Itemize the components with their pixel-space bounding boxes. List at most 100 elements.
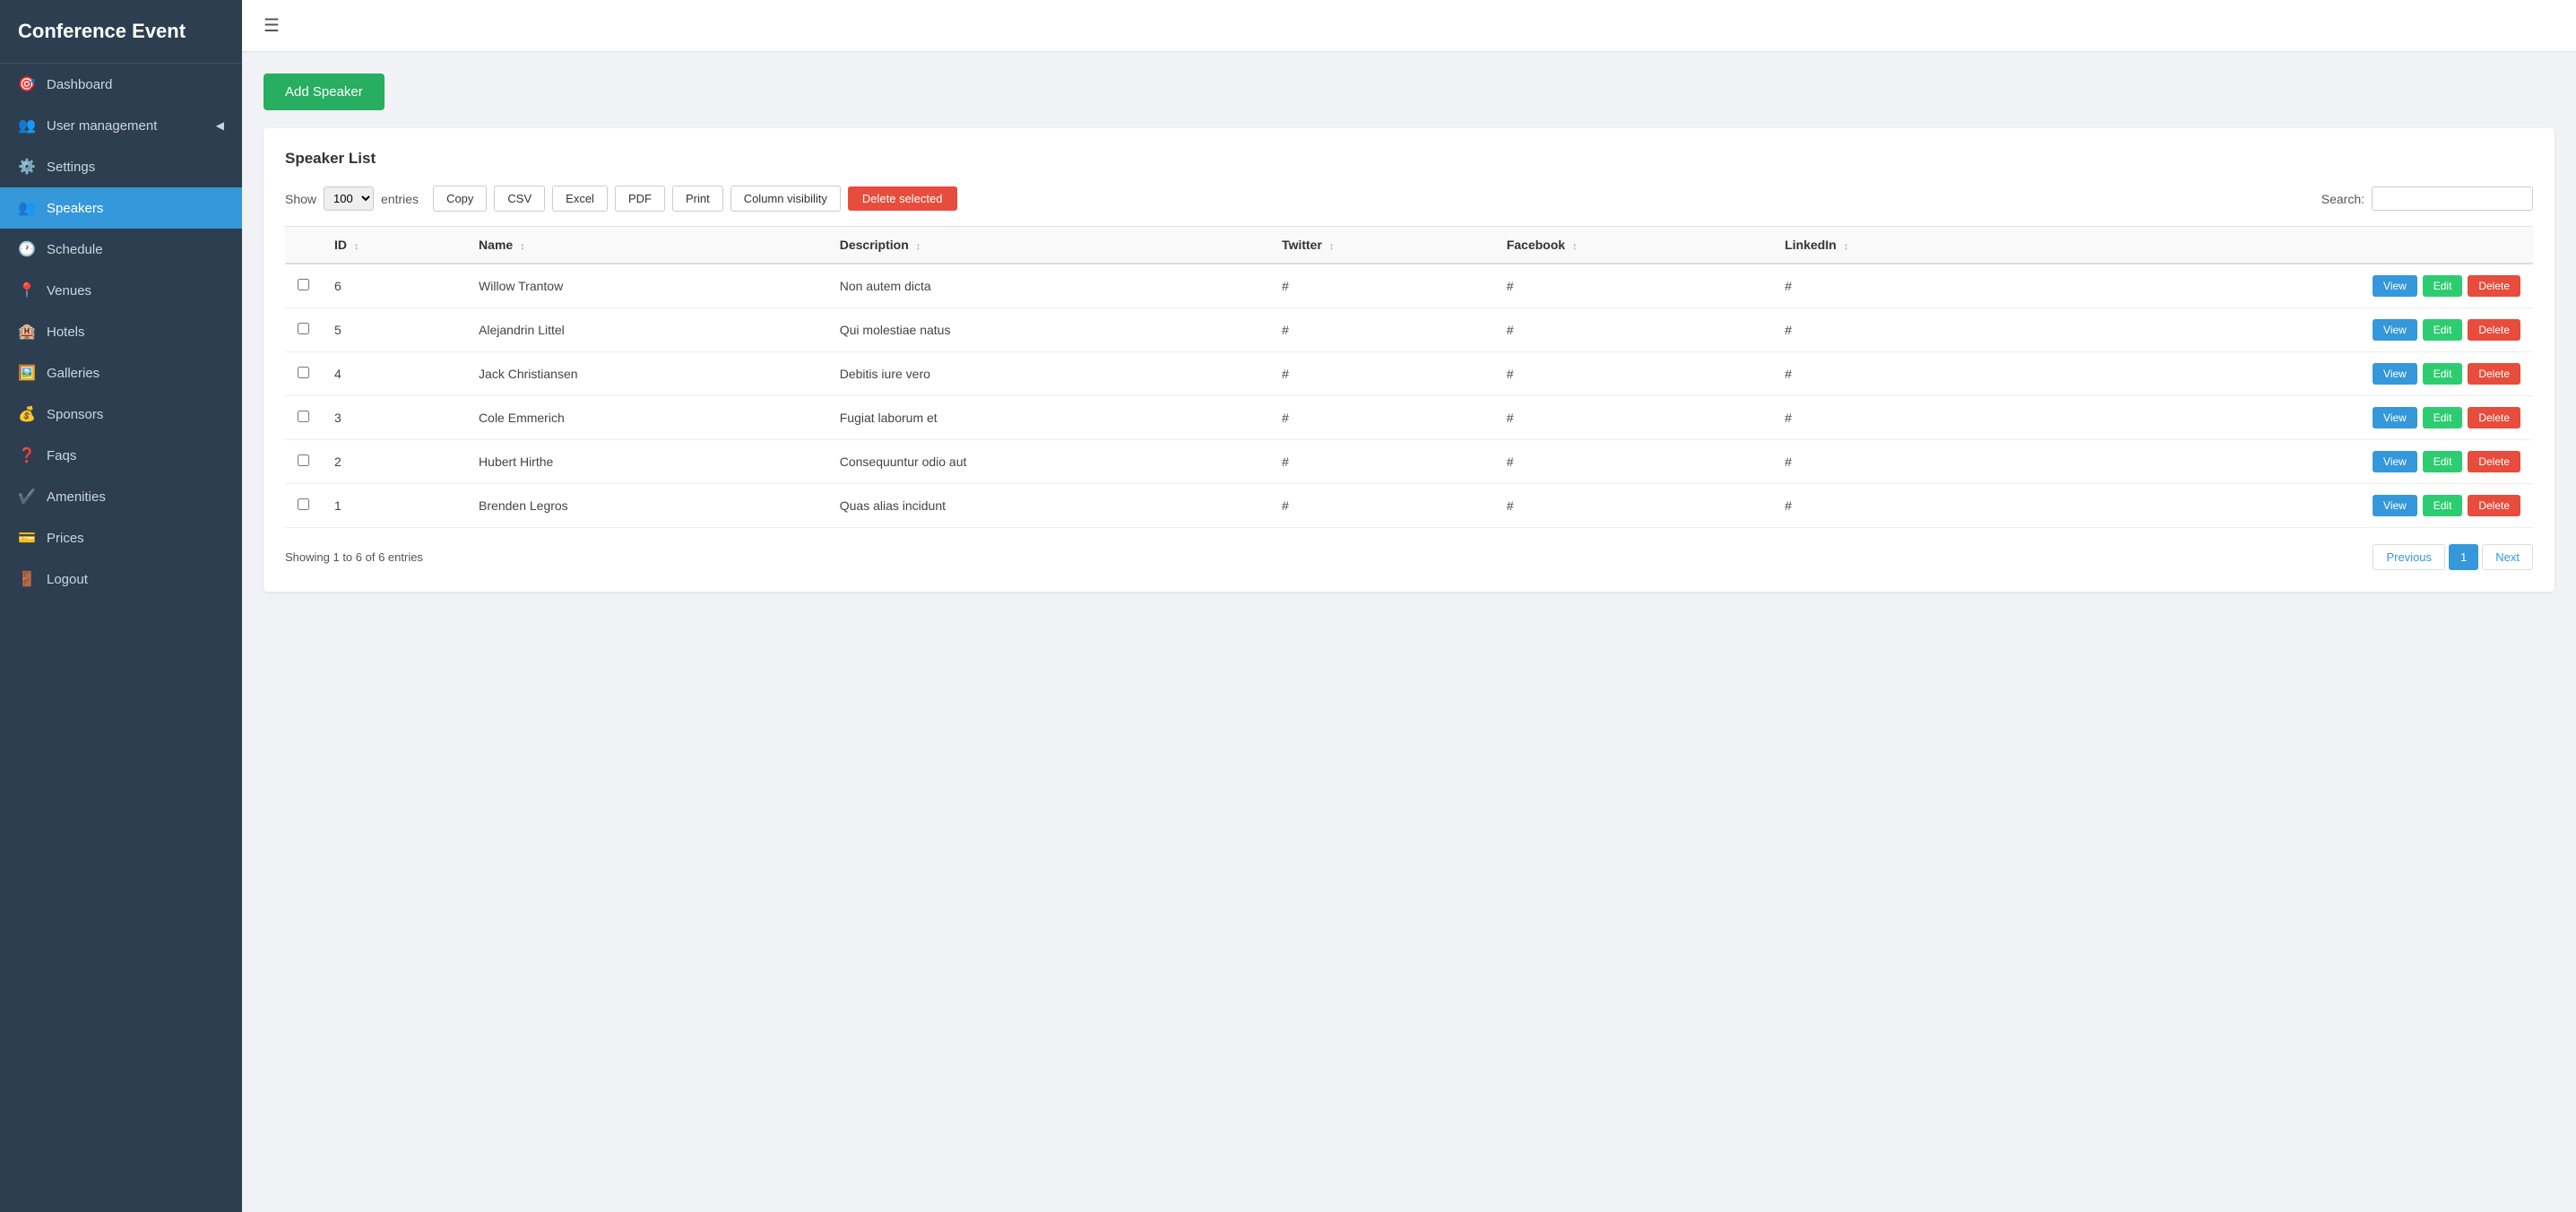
row-facebook: # (1494, 352, 1772, 396)
entries-label: entries (381, 192, 419, 206)
excel-button[interactable]: Excel (552, 186, 608, 212)
row-description: Consequuntur odio aut (827, 440, 1269, 484)
row-id: 1 (322, 484, 466, 528)
facebook-sort-icon[interactable]: ↕ (1572, 241, 1578, 252)
twitter-sort-icon[interactable]: ↕ (1329, 241, 1335, 252)
row-checkbox-cell (285, 352, 322, 396)
entries-select[interactable]: 100 25 50 (324, 186, 374, 211)
id-sort-icon[interactable]: ↕ (354, 241, 359, 252)
delete-button[interactable]: Delete (2468, 275, 2520, 297)
sidebar-item-dashboard[interactable]: 🎯 Dashboard (0, 64, 242, 105)
row-id: 2 (322, 440, 466, 484)
sidebar-item-faqs[interactable]: ❓ Faqs (0, 435, 242, 476)
edit-button[interactable]: Edit (2423, 319, 2463, 341)
name-sort-icon[interactable]: ↕ (520, 241, 525, 252)
sidebar-item-settings[interactable]: ⚙️ Settings (0, 146, 242, 187)
show-label: Show (285, 192, 316, 206)
row-checkbox[interactable] (298, 323, 309, 334)
row-checkbox-cell (285, 440, 322, 484)
row-checkbox[interactable] (298, 454, 309, 466)
delete-button[interactable]: Delete (2468, 319, 2520, 341)
desc-sort-icon[interactable]: ↕ (916, 241, 921, 252)
csv-button[interactable]: CSV (494, 186, 545, 212)
print-button[interactable]: Print (672, 186, 723, 212)
row-twitter: # (1269, 396, 1494, 440)
row-name: Hubert Hirthe (466, 440, 827, 484)
delete-button[interactable]: Delete (2468, 451, 2520, 472)
sidebar-item-venues[interactable]: 📍 Venues (0, 270, 242, 311)
row-twitter: # (1269, 484, 1494, 528)
edit-button[interactable]: Edit (2423, 495, 2463, 516)
content-area: Add Speaker Speaker List Show 100 25 50 … (242, 52, 2576, 1212)
sidebar-item-galleries[interactable]: 🖼️ Galleries (0, 352, 242, 394)
linkedin-sort-icon[interactable]: ↕ (1844, 241, 1849, 252)
row-id: 4 (322, 352, 466, 396)
sidebar-item-label: Amenities (47, 489, 106, 505)
row-checkbox[interactable] (298, 411, 309, 422)
row-id: 6 (322, 264, 466, 308)
row-checkbox[interactable] (298, 498, 309, 510)
edit-button[interactable]: Edit (2423, 363, 2463, 385)
sidebar-item-label: Prices (47, 531, 84, 546)
delete-button[interactable]: Delete (2468, 407, 2520, 429)
view-button[interactable]: View (2373, 275, 2417, 297)
view-button[interactable]: View (2373, 319, 2417, 341)
table-header: ID ↕ Name ↕ Description ↕ Twitter ↕ Face… (285, 227, 2533, 264)
header-twitter: Twitter ↕ (1269, 227, 1494, 264)
header-actions (2030, 227, 2533, 264)
row-twitter: # (1269, 264, 1494, 308)
row-checkbox[interactable] (298, 279, 309, 290)
sidebar-item-prices[interactable]: 💳 Prices (0, 517, 242, 558)
venues-icon: 📍 (18, 281, 36, 299)
row-checkbox-cell (285, 264, 322, 308)
delete-selected-button[interactable]: Delete selected (848, 186, 957, 211)
edit-button[interactable]: Edit (2423, 275, 2463, 297)
column-visibility-button[interactable]: Column visibility (730, 186, 841, 212)
row-linkedin: # (1772, 352, 2030, 396)
row-checkbox[interactable] (298, 367, 309, 378)
row-description: Qui molestiae natus (827, 308, 1269, 352)
row-name: Cole Emmerich (466, 396, 827, 440)
sidebar-item-speakers[interactable]: 👥 Speakers (0, 187, 242, 229)
copy-button[interactable]: Copy (433, 186, 487, 212)
sidebar-item-hotels[interactable]: 🏨 Hotels (0, 311, 242, 352)
logout-icon: 🚪 (18, 570, 36, 588)
search-input[interactable] (2372, 186, 2533, 211)
sidebar-item-sponsors[interactable]: 💰 Sponsors (0, 394, 242, 435)
delete-button[interactable]: Delete (2468, 363, 2520, 385)
table-row: 5 Alejandrin Littel Qui molestiae natus … (285, 308, 2533, 352)
view-button[interactable]: View (2373, 451, 2417, 472)
row-facebook: # (1494, 396, 1772, 440)
sidebar-item-user-management[interactable]: 👥 User management ◀ (0, 105, 242, 146)
add-speaker-button[interactable]: Add Speaker (264, 74, 385, 110)
sidebar-item-logout[interactable]: 🚪 Logout (0, 558, 242, 600)
row-checkbox-cell (285, 484, 322, 528)
current-page[interactable]: 1 (2449, 544, 2478, 570)
table-footer: Showing 1 to 6 of 6 entries Previous 1 N… (285, 544, 2533, 570)
next-button[interactable]: Next (2482, 544, 2533, 570)
delete-button[interactable]: Delete (2468, 495, 2520, 516)
galleries-icon: 🖼️ (18, 364, 36, 382)
view-button[interactable]: View (2373, 407, 2417, 429)
previous-button[interactable]: Previous (2373, 544, 2445, 570)
table-row: 2 Hubert Hirthe Consequuntur odio aut # … (285, 440, 2533, 484)
sidebar-item-label: Speakers (47, 201, 103, 216)
view-button[interactable]: View (2373, 495, 2417, 516)
pdf-button[interactable]: PDF (615, 186, 665, 212)
showing-text: Showing 1 to 6 of 6 entries (285, 550, 423, 564)
table-body: 6 Willow Trantow Non autem dicta # # # V… (285, 264, 2533, 528)
chevron-icon: ◀ (216, 119, 224, 132)
row-description: Quas alias incidunt (827, 484, 1269, 528)
sidebar-item-amenities[interactable]: ✔️ Amenities (0, 476, 242, 517)
edit-button[interactable]: Edit (2423, 407, 2463, 429)
view-button[interactable]: View (2373, 363, 2417, 385)
row-actions: View Edit Delete (2030, 308, 2533, 352)
sidebar-item-schedule[interactable]: 🕐 Schedule (0, 229, 242, 270)
row-name: Brenden Legros (466, 484, 827, 528)
menu-icon[interactable]: ☰ (264, 16, 280, 36)
dashboard-icon: 🎯 (18, 75, 36, 93)
row-checkbox-cell (285, 396, 322, 440)
header-id: ID ↕ (322, 227, 466, 264)
row-facebook: # (1494, 308, 1772, 352)
edit-button[interactable]: Edit (2423, 451, 2463, 472)
